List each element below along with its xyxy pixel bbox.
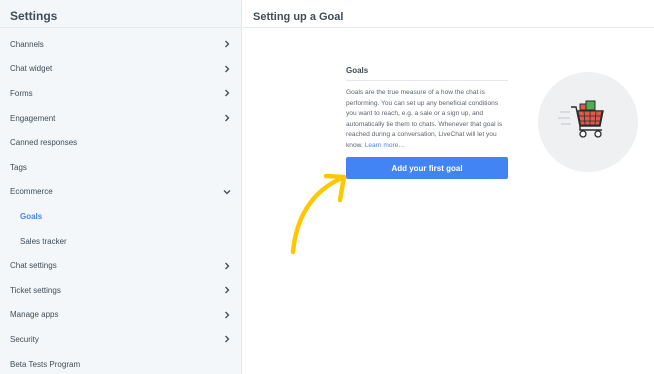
illustration <box>538 72 638 172</box>
chevron-right-icon <box>222 261 232 271</box>
sidebar-item-tags[interactable]: Tags <box>0 155 241 180</box>
main-header: Setting up a Goal <box>243 0 654 28</box>
chevron-right-icon <box>222 310 232 320</box>
sidebar-item-label: Chat widget <box>10 64 53 74</box>
sidebar-item-label: Ecommerce <box>10 187 53 197</box>
sidebar-item-label: Forms <box>10 88 33 98</box>
sidebar-item-label: Manage apps <box>10 310 59 320</box>
shopping-cart-icon <box>558 100 604 138</box>
chevron-right-icon <box>222 88 232 98</box>
goals-card: Goals Goals are the true measure of a ho… <box>346 66 508 179</box>
sidebar-item-label: Beta Tests Program <box>10 359 81 369</box>
sidebar-item-label: Ticket settings <box>10 285 61 295</box>
sidebar-item-label: Channels <box>10 39 44 49</box>
sidebar-item-label: Security <box>10 334 39 344</box>
pointer-arrow-icon <box>290 173 347 255</box>
learn-more-link[interactable]: Learn more… <box>365 142 405 149</box>
sidebar-item-chat-settings[interactable]: Chat settings <box>0 253 241 278</box>
sidebar-item-channels[interactable]: Channels <box>0 32 241 57</box>
sidebar-item-manage-apps[interactable]: Manage apps <box>0 303 241 328</box>
sidebar-item-canned-responses[interactable]: Canned responses <box>0 130 241 155</box>
sidebar-item-chat-widget[interactable]: Chat widget <box>0 57 241 82</box>
sidebar-item-engagement[interactable]: Engagement <box>0 106 241 131</box>
sidebar-item-label: Canned responses <box>10 138 78 148</box>
sidebar-title: Settings <box>10 9 58 23</box>
sidebar-item-beta-tests-program[interactable]: Beta Tests Program <box>0 352 241 374</box>
sidebar-item-ecommerce[interactable]: Ecommerce <box>0 180 241 205</box>
page-title: Setting up a Goal <box>253 11 344 23</box>
sidebar-item-label: Sales tracker <box>20 236 67 246</box>
sidebar-item-sales-tracker[interactable]: Sales tracker <box>0 229 241 254</box>
sidebar-item-security[interactable]: Security <box>0 327 241 352</box>
sidebar-item-goals[interactable]: Goals <box>0 204 241 229</box>
sidebar-item-ticket-settings[interactable]: Ticket settings <box>0 278 241 303</box>
chevron-down-icon <box>222 187 232 197</box>
sidebar-header: Settings <box>0 0 241 28</box>
add-first-goal-button[interactable]: Add your first goal <box>346 157 508 179</box>
chevron-right-icon <box>222 39 232 49</box>
sidebar-item-forms[interactable]: Forms <box>0 81 241 106</box>
card-title: Goals <box>346 66 508 81</box>
card-description-text: Goals are the true measure of a how the … <box>346 89 503 149</box>
sidebar-item-label: Goals <box>20 211 43 221</box>
sidebar: Settings Channels Chat widget Forms Enga… <box>0 0 242 374</box>
chevron-right-icon <box>222 334 232 344</box>
chevron-right-icon <box>222 285 232 295</box>
sidebar-item-label: Engagement <box>10 113 56 123</box>
card-description: Goals are the true measure of a how the … <box>346 88 508 151</box>
sidebar-item-label: Chat settings <box>10 261 57 271</box>
sidebar-item-label: Tags <box>10 162 27 172</box>
chevron-right-icon <box>222 64 232 74</box>
chevron-right-icon <box>222 113 232 123</box>
sidebar-nav: Channels Chat widget Forms Engagement Ca… <box>0 28 241 374</box>
